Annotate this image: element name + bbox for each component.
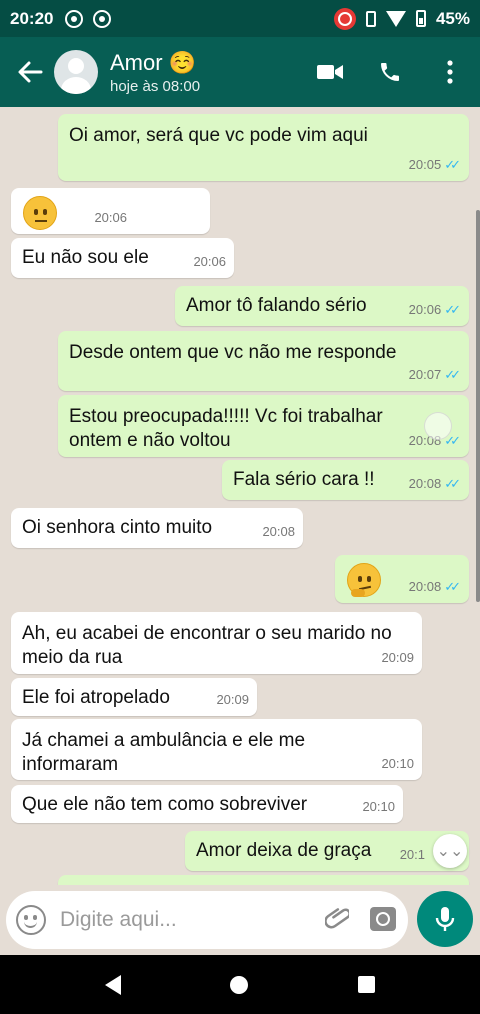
message-time: 20:06: [193, 254, 226, 269]
camera-icon[interactable]: [370, 907, 396, 931]
message-bubble[interactable]: Oi senhora cinto muito 20:08: [11, 508, 303, 548]
message-text: Estou preocupada!!!!! Vc foi trabalhar o…: [69, 406, 383, 451]
message-bubble[interactable]: Oi amor, será que vc pode vim aqui 20:05…: [58, 114, 469, 181]
scrollbar[interactable]: [476, 210, 480, 602]
message-input[interactable]: [60, 908, 300, 932]
status-time: 20:20: [10, 8, 54, 28]
message-text: Que ele não tem como sobreviver: [22, 794, 308, 815]
confused-face-icon: [23, 196, 57, 230]
message-bubble[interactable]: Estou preocupada!!!!! Vc foi trabalhar o…: [58, 395, 469, 457]
back-button[interactable]: [8, 37, 52, 107]
chat-header: Amor ☺️ hoje às 08:00: [0, 37, 480, 107]
message-time: 20:08: [408, 476, 442, 491]
attach-icon: [325, 908, 349, 929]
screen-record-icon: [333, 7, 356, 30]
system-nav-bar: [0, 955, 480, 1014]
message-time: 20:06: [94, 210, 127, 225]
message-text: Desde ontem que vc não me responde: [69, 342, 397, 363]
message-time: 20:06: [408, 302, 442, 317]
avatar[interactable]: [54, 50, 98, 94]
scroll-to-bottom-button[interactable]: ⌄⌄: [433, 834, 467, 868]
attach-button[interactable]: [322, 905, 352, 935]
message-time: 20:10: [362, 799, 395, 814]
message-text: Amor deixa de graça: [196, 840, 372, 861]
message-text: Oi senhora cinto muito: [22, 517, 213, 538]
emoji-icon[interactable]: [16, 905, 46, 935]
vibrate-icon: [365, 10, 376, 27]
contact-info[interactable]: Amor ☺️ hoje às 08:00: [110, 50, 200, 95]
battery-icon: [415, 10, 426, 27]
message-text: Já chamei a ambulância e ele me informar…: [22, 730, 306, 775]
battery-percent: 45%: [435, 8, 470, 28]
message-time: 20:08: [262, 524, 295, 539]
message-field: [6, 891, 408, 949]
message-time: 20:09: [381, 650, 414, 665]
message-bubble[interactable]: Desde ontem que vc não me responde 20:07…: [58, 331, 469, 391]
message-bubble[interactable]: Amor deixa de graça 20:1: [185, 831, 469, 871]
message-bubble[interactable]: Já chamei a ambulância e ele me informar…: [11, 719, 422, 780]
message-text: Ele foi atropelado: [22, 687, 170, 708]
message-time: 20:08: [408, 579, 442, 594]
message-bubble[interactable]: [58, 875, 469, 885]
message-bubble[interactable]: Ele foi atropelado 20:09: [11, 678, 257, 716]
nav-back-icon[interactable]: [104, 974, 121, 995]
read-ticks-icon: ✓✓: [444, 302, 461, 317]
composer: [0, 885, 480, 955]
read-ticks-icon: ✓✓: [444, 579, 461, 594]
double-chevron-down-icon: ⌄⌄: [436, 843, 464, 860]
nav-recents-icon[interactable]: [358, 976, 376, 993]
message-bubble[interactable]: 20:06: [11, 188, 210, 234]
mic-button[interactable]: [417, 891, 473, 947]
message-bubble[interactable]: 20:08 ✓✓: [335, 555, 469, 603]
message-time: 20:05: [408, 157, 442, 172]
message-text: Oi amor, será que vc pode vim aqui: [69, 125, 368, 146]
message-text: Ah, eu acabei de encontrar o seu marido …: [22, 623, 392, 668]
message-time: 20:07: [408, 367, 442, 382]
message-text: Fala sério cara !!: [233, 469, 375, 490]
message-time: 20:09: [216, 692, 249, 707]
message-list[interactable]: Oi amor, será que vc pode vim aqui 20:05…: [0, 107, 480, 885]
message-bubble[interactable]: Ah, eu acabei de encontrar o seu marido …: [11, 612, 422, 674]
wifi-icon: [385, 10, 406, 27]
contact-name: Amor ☺️: [110, 49, 197, 75]
message-text: Eu não sou ele: [22, 247, 149, 268]
message-text: Amor tô falando sério: [186, 295, 367, 316]
video-call-button[interactable]: [300, 37, 360, 107]
nav-home-icon[interactable]: [230, 975, 249, 994]
mic-icon: [435, 907, 455, 931]
touch-indicator: [424, 412, 452, 440]
video-call-icon: [317, 65, 343, 79]
more-options-icon: [447, 60, 453, 84]
read-ticks-icon: ✓✓: [444, 367, 461, 382]
status-bar: 20:20 45%: [0, 0, 480, 37]
voice-call-button[interactable]: [360, 37, 420, 107]
notification-icon: [93, 9, 112, 28]
message-time: 20:1: [399, 847, 425, 862]
message-bubble[interactable]: Fala sério cara !! 20:08 ✓✓: [222, 460, 469, 500]
message-bubble[interactable]: Eu não sou ele 20:06: [11, 238, 234, 278]
voice-call-icon: [381, 63, 399, 81]
message-bubble[interactable]: Amor tô falando sério 20:06 ✓✓: [175, 286, 469, 326]
message-bubble[interactable]: Que ele não tem como sobreviver 20:10: [11, 785, 403, 823]
message-time: 20:10: [381, 756, 414, 771]
notification-icon: [65, 9, 84, 28]
last-seen: hoje às 08:00: [110, 77, 201, 95]
read-ticks-icon: ✓✓: [444, 157, 461, 172]
more-options-button[interactable]: [420, 37, 480, 107]
read-ticks-icon: ✓✓: [444, 476, 461, 491]
back-arrow-icon: [18, 61, 43, 83]
thinking-face-icon: [347, 563, 381, 597]
